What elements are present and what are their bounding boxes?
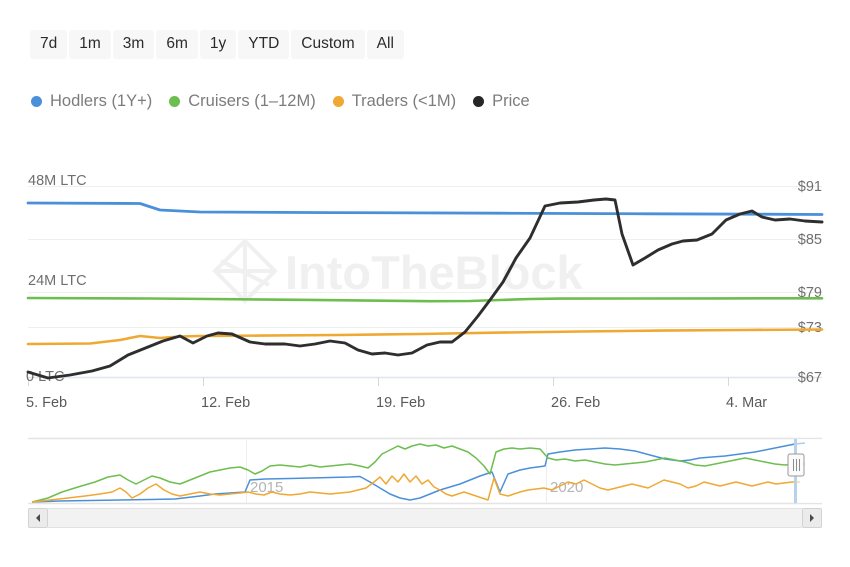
watermark-text: IntoTheBlock: [285, 246, 584, 299]
range-button-1m[interactable]: 1m: [69, 30, 111, 59]
x-tick-label-1: 12. Feb: [201, 395, 250, 411]
y-left-tick-48m: 48M LTC: [28, 173, 87, 189]
chart-legend: Hodlers (1Y+) Cruisers (1–12M) Traders (…: [31, 93, 530, 110]
y-right-tick-91: $91: [798, 179, 822, 195]
navigator-right-handle[interactable]: [788, 454, 804, 476]
main-chart[interactable]: IntoTheBlock 48M LTC 24M: [0, 140, 850, 415]
series-line-hodlers: [28, 203, 822, 215]
scroll-right-button[interactable]: [802, 508, 822, 528]
chevron-left-icon: [34, 513, 42, 523]
main-chart-svg: IntoTheBlock 48M LTC 24M: [0, 140, 850, 415]
legend-item-cruisers[interactable]: Cruisers (1–12M): [169, 93, 315, 110]
range-button-ytd[interactable]: YTD: [238, 30, 289, 59]
legend-dot-cruisers: [169, 96, 180, 107]
x-tick-label-2: 19. Feb: [376, 395, 425, 411]
y-left-tick-24m: 24M LTC: [28, 273, 87, 289]
x-tick-label-3: 26. Feb: [551, 395, 600, 411]
y-right-tick-85: $85: [798, 232, 822, 248]
range-button-1y[interactable]: 1y: [200, 30, 236, 59]
navigator-svg: 2015 2020: [0, 432, 850, 512]
legend-item-traders[interactable]: Traders (<1M): [333, 93, 456, 110]
y-right-tick-67: $67: [798, 370, 822, 386]
legend-label-cruisers: Cruisers (1–12M): [188, 93, 315, 110]
range-button-6m[interactable]: 6m: [156, 30, 198, 59]
chart-page: 7d 1m 3m 6m 1y YTD Custom All Hodlers (1…: [0, 0, 850, 567]
legend-item-price[interactable]: Price: [473, 93, 530, 110]
legend-label-traders: Traders (<1M): [352, 93, 456, 110]
range-button-7d[interactable]: 7d: [30, 30, 67, 59]
legend-dot-price: [473, 96, 484, 107]
range-button-3m[interactable]: 3m: [113, 30, 155, 59]
series-line-traders: [28, 330, 822, 345]
legend-item-hodlers[interactable]: Hodlers (1Y+): [31, 93, 152, 110]
chart-navigator[interactable]: 2015 2020: [0, 432, 850, 512]
range-button-all[interactable]: All: [367, 30, 404, 59]
legend-dot-traders: [333, 96, 344, 107]
x-tick-label-0: 5. Feb: [26, 395, 67, 411]
x-axis-ticks: [29, 377, 729, 386]
legend-label-hodlers: Hodlers (1Y+): [50, 93, 152, 110]
scroll-left-button[interactable]: [28, 508, 48, 528]
legend-dot-hodlers: [31, 96, 42, 107]
navigator-year-2020: 2020: [550, 479, 583, 496]
x-tick-label-4: 4. Mar: [726, 395, 767, 411]
chevron-right-icon: [808, 513, 816, 523]
chart-scrollbar[interactable]: [28, 508, 822, 528]
range-button-custom[interactable]: Custom: [291, 30, 364, 59]
legend-label-price: Price: [492, 93, 530, 110]
y-right-tick-73: $73: [798, 320, 822, 336]
time-range-selector: 7d 1m 3m 6m 1y YTD Custom All: [30, 30, 404, 59]
scrollbar-track[interactable]: [48, 508, 802, 528]
